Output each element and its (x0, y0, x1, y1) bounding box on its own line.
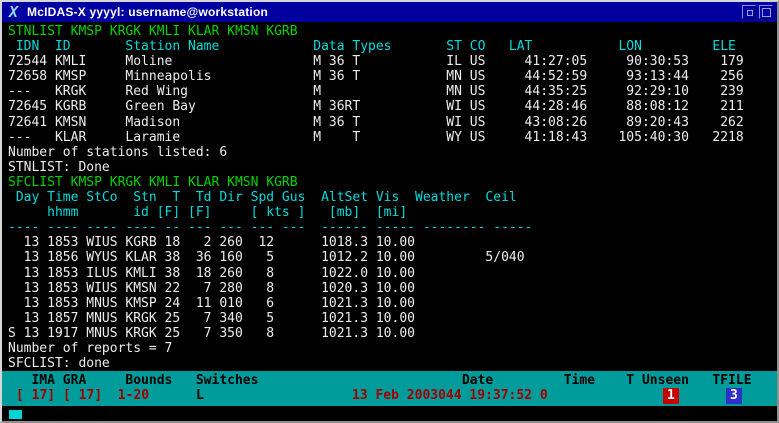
maximize-button[interactable] (759, 5, 773, 19)
command-input-strip[interactable] (2, 406, 777, 421)
report-row: 13 1853 WIUS KGRB 18 2 260 12 1018.3 10.… (8, 235, 777, 250)
report-table-subheader: hhmm id [F] [F] [ kts ] [mb] [mi] (8, 205, 777, 220)
stations-count-line: Number of stations listed: 6 (8, 145, 777, 160)
report-table-divider: ---- ---- ---- ---- -- --- --- --- --- -… (8, 220, 777, 235)
datetime-value: 13 Feb 2003044 19:37:52 0 (352, 388, 548, 404)
station-row: 72645 KGRB Green Bay M 36RT WI US 44:28:… (8, 99, 777, 114)
status-value-row: [ 17] [ 17] 1-20 L 13 Feb 2003044 19:37:… (2, 388, 777, 404)
reports-count-line: Number of reports = 7 (8, 341, 777, 356)
sfclist-command: SFCLIST KMSP KRGK KMLI KLAR KMSN KGRB (8, 175, 777, 190)
station-row: --- KRGK Red Wing M MN US 44:35:25 92:29… (8, 84, 777, 99)
report-row: 13 1857 MNUS KRGK 25 7 340 5 1021.3 10.0… (8, 311, 777, 326)
iconify-icon (747, 10, 753, 16)
tfile-badge: 3 (726, 388, 742, 404)
mcidas-window: X McIDAS-X yyyyl: username@workstation S… (0, 0, 779, 423)
iconify-button[interactable] (742, 5, 756, 19)
report-row: 13 1853 MNUS KMSP 24 11 010 6 1021.3 10.… (8, 296, 777, 311)
sfclist-done-line: SFCLIST: done (8, 356, 777, 371)
x-logo-icon: X (9, 2, 18, 22)
maximize-icon (762, 8, 771, 17)
unseen-badge: 1 (663, 388, 679, 404)
report-row: S 13 1917 MNUS KRGK 25 7 350 8 1021.3 10… (8, 326, 777, 341)
status-bar: IMA GRA Bounds Switches Date Time T Unse… (2, 371, 777, 406)
window-title: McIDAS-X yyyyl: username@workstation (27, 5, 268, 19)
station-row: 72641 KMSN Madison M 36 T WI US 43:08:26… (8, 115, 777, 130)
report-table-header: Day Time StCo Stn T Td Dir Spd Gus AltSe… (8, 190, 777, 205)
title-bar[interactable]: X McIDAS-X yyyyl: username@workstation (2, 2, 777, 22)
status-header-row: IMA GRA Bounds Switches Date Time T Unse… (2, 371, 777, 388)
text-cursor (9, 410, 22, 419)
stnlist-command: STNLIST KMSP KRGK KMLI KLAR KMSN KGRB (8, 24, 777, 39)
station-row: --- KLAR Laramie M T WY US 41:18:43 105:… (8, 130, 777, 145)
station-row: 72544 KMLI Moline M 36 T IL US 41:27:05 … (8, 54, 777, 69)
terminal-text-area[interactable]: STNLIST KMSP KRGK KMLI KLAR KMSN KGRB ID… (2, 22, 777, 371)
report-row: 13 1853 ILUS KMLI 38 18 260 8 1022.0 10.… (8, 266, 777, 281)
station-table-header: IDN ID Station Name Data Types ST CO LAT… (8, 39, 777, 54)
station-row: 72658 KMSP Minneapolis M 36 T MN US 44:5… (8, 69, 777, 84)
window-buttons (742, 5, 773, 19)
report-row: 13 1853 WIUS KMSN 22 7 280 8 1020.3 10.0… (8, 281, 777, 296)
switches-value: L (196, 388, 204, 404)
stnlist-done-line: STNLIST: Done (8, 160, 777, 175)
report-row: 13 1856 WYUS KLAR 38 36 160 5 1012.2 10.… (8, 250, 777, 265)
frame-numbers-value: [ 17] [ 17] 1-20 (16, 388, 149, 404)
